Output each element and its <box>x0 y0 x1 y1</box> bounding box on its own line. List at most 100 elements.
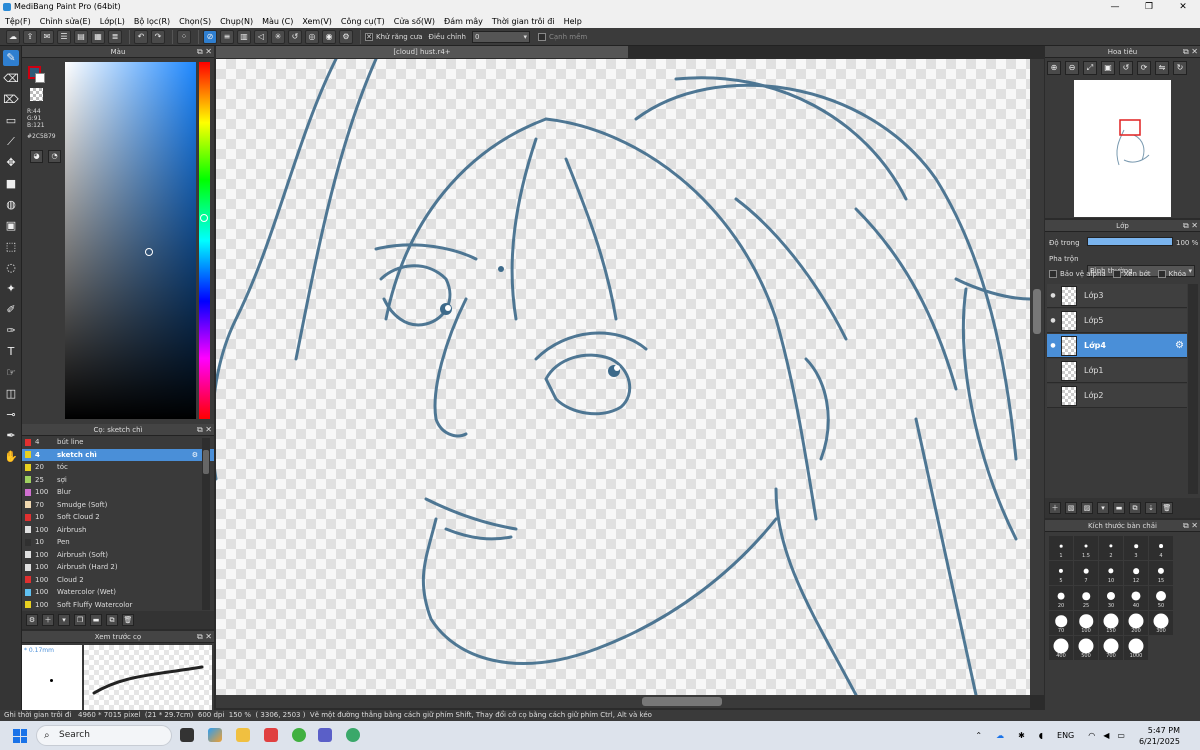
brush-item[interactable]: 20 tóc <box>22 461 214 474</box>
antialias-checkbox[interactable]: ✕ <box>365 32 373 41</box>
divide-tool-icon[interactable]: ◫ <box>3 386 19 402</box>
panel-close-icon[interactable]: ⧉ ✕ <box>197 424 212 436</box>
clock[interactable]: 5:47 PM 6/21/2025 <box>1139 725 1180 747</box>
menu-edit[interactable]: Chỉnh sửa(E) <box>40 17 91 26</box>
color-wheel-icon[interactable]: ◔ <box>48 150 61 163</box>
layer-row[interactable]: Lớp2 <box>1047 384 1187 408</box>
brush-item[interactable]: 4 bút line <box>22 436 214 449</box>
brush-tool-icon[interactable]: ✎ <box>3 50 19 66</box>
panel-close-icon[interactable]: ⧉ ✕ <box>1183 520 1198 532</box>
duplicate-layer-icon[interactable]: ⧉ <box>1129 502 1141 514</box>
soft-edge-checkbox[interactable] <box>538 32 546 41</box>
eye-icon[interactable]: ● <box>1047 317 1059 324</box>
brush-settings-icon[interactable]: ⚙ <box>26 614 38 626</box>
select-pen-icon[interactable]: ✐ <box>3 302 19 318</box>
menu-filter[interactable]: Bộ lọc(R) <box>134 17 170 26</box>
palette-icon[interactable]: ◕ <box>30 150 43 163</box>
brush-item[interactable]: 70 Smudge (Soft) <box>22 499 214 512</box>
layer-row[interactable]: ● Lớp4 ⚙ <box>1047 334 1187 358</box>
brush-size-cell[interactable]: 1.5 <box>1074 536 1098 560</box>
document-tab[interactable]: [cloud] hust.r4+ <box>216 46 628 58</box>
move-tool-icon[interactable]: ✥ <box>3 155 19 171</box>
zoom-in-icon[interactable]: ⊕ <box>1047 61 1061 75</box>
menu-color[interactable]: Màu (C) <box>262 17 293 26</box>
snap-vanish-icon[interactable]: ◁ <box>254 29 268 44</box>
new-halftone-layer-icon[interactable]: ▧ <box>1065 502 1077 514</box>
menu-cloud[interactable]: Đám mây <box>444 17 483 26</box>
transparent-color-swatch[interactable] <box>30 88 43 101</box>
chat-icon[interactable]: ☰ <box>57 29 71 44</box>
layer-row[interactable]: Lớp1 <box>1047 359 1187 383</box>
drawing-canvas[interactable] <box>216 59 1030 695</box>
panel-close-icon[interactable]: ⧉ ✕ <box>1183 46 1198 58</box>
menu-timelapse[interactable]: Thời gian trôi đi <box>492 17 555 26</box>
page-icon[interactable]: ▤ <box>74 29 88 44</box>
snap-curve-icon[interactable]: ↺ <box>288 29 302 44</box>
text-tool-icon[interactable]: T <box>3 344 19 360</box>
brush-item[interactable]: 100 Airbrush (Soft) <box>22 549 214 562</box>
brush-size-cell[interactable]: 100 <box>1074 611 1098 635</box>
brush-add-menu-icon[interactable]: ▾ <box>58 614 70 626</box>
brush-size-cell[interactable]: 40 <box>1124 586 1148 610</box>
brush-size-cell[interactable]: 150 <box>1099 611 1123 635</box>
layer-row[interactable]: ● Lớp3 <box>1047 284 1187 308</box>
snap-off-icon[interactable]: ⊘ <box>203 29 217 44</box>
menu-file[interactable]: Tệp(F) <box>5 17 31 26</box>
grid-icon[interactable]: ▦ <box>91 29 105 44</box>
brush-scroll-thumb[interactable] <box>203 450 209 474</box>
brush-item[interactable]: 100 Watercolor (Wet) <box>22 586 214 599</box>
menu-tools[interactable]: Công cụ(T) <box>341 17 385 26</box>
volume-tray-icon[interactable]: ◖ <box>1039 731 1043 740</box>
rectangle-tool-icon[interactable]: ▭ <box>3 113 19 129</box>
onedrive-icon[interactable]: ☁ <box>996 731 1004 740</box>
brush-size-cell[interactable]: 30 <box>1099 586 1123 610</box>
menu-window[interactable]: Cửa số(W) <box>394 17 435 26</box>
brush-folder-icon[interactable]: ▬ <box>90 614 102 626</box>
brush-size-cell[interactable]: 1 <box>1049 536 1073 560</box>
brush-gear-icon[interactable]: ⚙ <box>192 451 198 459</box>
brush-size-cell[interactable]: 2 <box>1099 536 1123 560</box>
brush-size-cell[interactable]: 1000 <box>1124 636 1148 660</box>
canvas-vertical-scrollbar[interactable] <box>1030 59 1044 695</box>
eye-icon[interactable]: ● <box>1047 342 1059 349</box>
brush-size-cell[interactable]: 50 <box>1149 586 1173 610</box>
cloud-icon[interactable]: ☁ <box>6 29 20 44</box>
maximize-button[interactable]: ❐ <box>1132 0 1166 14</box>
brush-size-cell[interactable]: 400 <box>1049 636 1073 660</box>
brush-size-cell[interactable]: 15 <box>1149 561 1173 585</box>
eyedropper-tool-icon[interactable]: ⊸ <box>3 407 19 423</box>
panel-close-icon[interactable]: ⧉ ✕ <box>1183 220 1198 232</box>
eraser-tool-icon[interactable]: ⌫ <box>3 71 19 87</box>
save-icon[interactable]: ⇪ <box>23 29 37 44</box>
hscroll-thumb[interactable] <box>642 697 722 706</box>
brush-copy-icon[interactable]: ❐ <box>74 614 86 626</box>
brush-item[interactable]: 4 sketch chì ⚙ <box>22 448 214 461</box>
fit-icon[interactable]: ⤢ <box>1083 61 1097 75</box>
vscroll-thumb[interactable] <box>1033 289 1041 334</box>
new-8bit-layer-icon[interactable]: ▨ <box>1081 502 1093 514</box>
snap-radial-icon[interactable]: ✳ <box>271 29 285 44</box>
menu-snap[interactable]: Chụp(N) <box>220 17 253 26</box>
file-explorer-icon[interactable] <box>236 728 250 742</box>
brush-item[interactable]: 100 Blur <box>22 486 214 499</box>
brush-size-cell[interactable]: 70 <box>1049 611 1073 635</box>
brush-size-cell[interactable]: 10 <box>1099 561 1123 585</box>
close-button[interactable]: ✕ <box>1166 0 1200 14</box>
select-eraser-icon[interactable]: ✑ <box>3 323 19 339</box>
gradient-tool-icon[interactable]: ▣ <box>3 218 19 234</box>
brush-size-cell[interactable]: 700 <box>1099 636 1123 660</box>
adjust-select[interactable]: 0 <box>472 30 530 43</box>
eye-icon[interactable]: ● <box>1047 292 1059 299</box>
magic-wand-icon[interactable]: ✦ <box>3 281 19 297</box>
flip-icon[interactable]: ⇋ <box>1155 61 1169 75</box>
panel-close-icon[interactable]: ⧉ ✕ <box>197 46 212 58</box>
merge-layer-icon[interactable]: ⇣ <box>1145 502 1157 514</box>
rotate-reset-icon[interactable]: ⟳ <box>1137 61 1151 75</box>
copilot-icon[interactable] <box>208 728 222 742</box>
menu-view[interactable]: Xem(V) <box>302 17 332 26</box>
input-language[interactable]: ENG <box>1057 731 1074 740</box>
undo-icon[interactable]: ↶ <box>134 29 148 44</box>
deselect-icon[interactable]: ⁘ <box>177 29 191 44</box>
add-brush-icon[interactable]: ＋ <box>42 614 54 626</box>
store-icon[interactable] <box>264 728 278 742</box>
